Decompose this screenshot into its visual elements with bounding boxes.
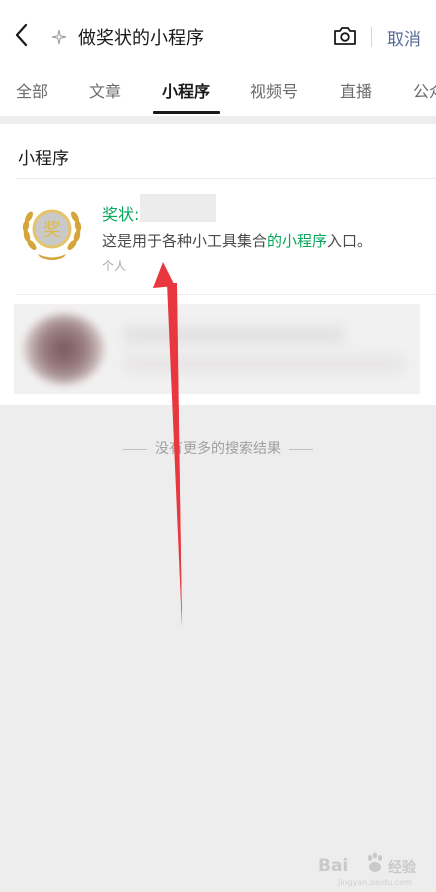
no-more-text: 没有更多的搜索结果	[155, 441, 281, 457]
blurred-avatar	[24, 314, 104, 384]
header-divider	[371, 27, 372, 47]
result-owner: 个人	[102, 259, 127, 273]
tab-mini-programs[interactable]: 小程序	[162, 78, 210, 102]
no-more-results: 没有更多的搜索结果	[0, 438, 436, 458]
tab-live[interactable]: 直播	[340, 78, 372, 102]
active-tab-indicator	[153, 111, 220, 114]
award-logo-char: 奖	[43, 220, 61, 241]
category-tabs: 全部 文章 小程序 视频号 直播 公众号	[0, 62, 436, 116]
back-icon[interactable]	[12, 22, 32, 48]
result-name: 奖状:	[102, 205, 140, 224]
blurred-description	[124, 356, 404, 372]
sparkle-icon	[51, 29, 67, 45]
desc-text-2: 入口。	[327, 232, 373, 250]
baidu-jingyan-watermark: Bai 经验 jingyan.baidu.com	[318, 848, 428, 887]
tab-official-accounts[interactable]: 公众号	[413, 78, 436, 102]
results-card: 小程序 奖 奖状: 这是用于各种小工具集合的小程序入口。 个人	[0, 124, 436, 405]
left-dash	[123, 448, 147, 450]
tab-all[interactable]: 全部	[16, 78, 48, 102]
tab-channels[interactable]: 视频号	[250, 78, 298, 102]
redacted-name-block	[140, 194, 216, 222]
search-query-text[interactable]: 做奖状的小程序	[78, 24, 204, 50]
tabs-spacer	[0, 116, 436, 124]
result-divider	[16, 294, 436, 295]
award-logo-icon: 奖	[22, 209, 82, 260]
section-title: 小程序	[18, 149, 69, 169]
blurred-title	[124, 326, 344, 344]
watermark-url: jingyan.baidu.com	[338, 878, 412, 887]
watermark-brand: Bai	[318, 856, 349, 876]
paw-icon	[367, 852, 383, 872]
cancel-button[interactable]: 取消	[387, 25, 421, 50]
watermark-suffix: 经验	[388, 860, 416, 876]
blurred-result[interactable]	[14, 304, 420, 394]
tab-articles[interactable]: 文章	[89, 78, 121, 102]
desc-text-1: 这是用于各种小工具集合	[102, 232, 268, 250]
right-dash	[289, 448, 313, 450]
result-description: 这是用于各种小工具集合的小程序入口。	[102, 230, 372, 251]
mini-program-result[interactable]: 奖 奖状: 这是用于各种小工具集合的小程序入口。 个人	[0, 179, 436, 294]
desc-highlight: 的小程序	[267, 232, 328, 250]
search-header: 做奖状的小程序 取消	[0, 0, 436, 62]
camera-icon[interactable]	[333, 26, 357, 46]
